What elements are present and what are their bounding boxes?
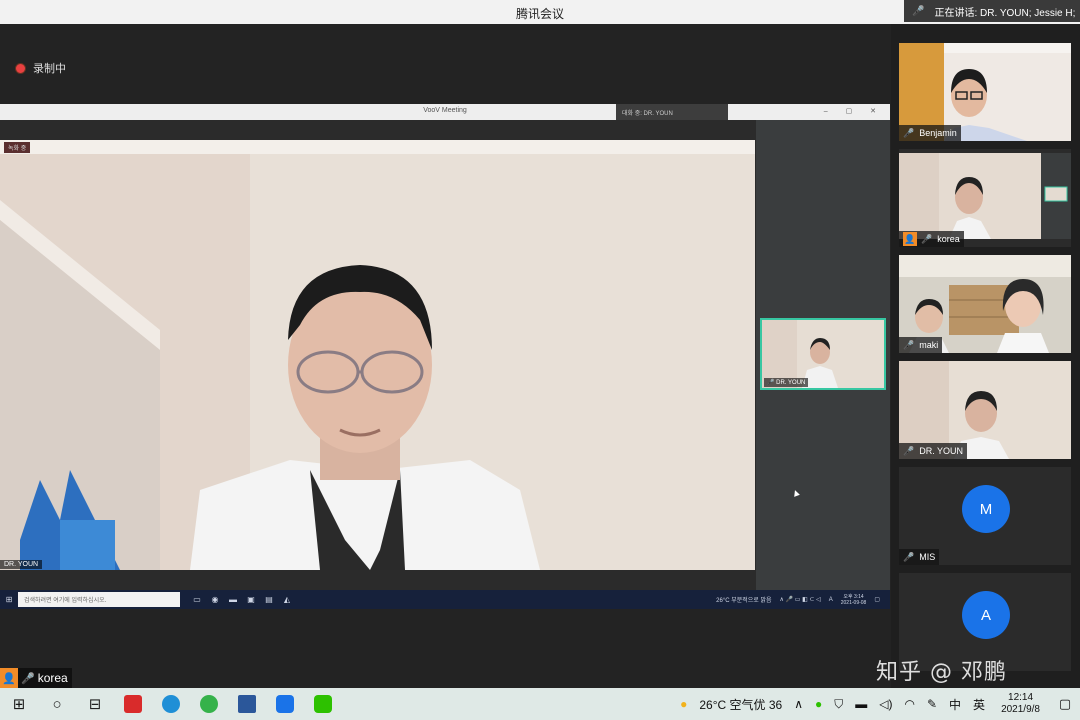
- main-speaker-video: 녹화 중: [0, 140, 755, 570]
- main-video-top-tag: 녹화 중: [4, 142, 31, 153]
- participant-name: MIS: [919, 552, 936, 562]
- participant-label: 🎤 MIS: [899, 549, 940, 565]
- local-participant-name: korea: [37, 671, 68, 685]
- voov-title-bar: VooV Meeting 대화 중: DR. YOUN – ▢ ✕: [0, 104, 890, 120]
- tray-app-icon[interactable]: ▬: [849, 697, 873, 711]
- os-clock-date: 2021/9/8: [1001, 704, 1040, 715]
- shared-voov-window: VooV Meeting 대화 중: DR. YOUN – ▢ ✕ 녹화 중 D…: [0, 104, 890, 609]
- edge-icon[interactable]: ◉: [206, 595, 224, 604]
- wechat-tray-icon[interactable]: ●: [809, 697, 828, 711]
- recording-indicator[interactable]: 录制中: [16, 60, 66, 76]
- participant-tile[interactable]: 🎤 Benjamin: [899, 43, 1071, 141]
- avatar-icon: 👤: [903, 232, 917, 246]
- shield-icon[interactable]: ⛉: [828, 697, 849, 712]
- shared-tray: 26°C 부분적으로 맑음 ∧ 🎤 ▭ ◧ ⊂ ◁ A 오후 3:14 2021…: [716, 594, 890, 606]
- store-icon[interactable]: ▣: [242, 595, 260, 604]
- record-icon: [16, 63, 25, 73]
- edge-icon[interactable]: [152, 688, 190, 720]
- windows-start-icon[interactable]: ⊞: [0, 595, 18, 604]
- participant-tile[interactable]: 🎤 maki: [899, 255, 1071, 353]
- mini-speaker-video[interactable]: 🎤 DR. YOUN: [760, 318, 886, 390]
- wechat-icon[interactable]: [304, 688, 342, 720]
- os-clock[interactable]: 12:14 2021/9/8: [991, 692, 1050, 716]
- word-icon[interactable]: [228, 688, 266, 720]
- system-tray: ● 26°C 空气优 36 ∧ ● ⛉ ▬ ◁) ◠ ✎ 中 英 12:14 2…: [674, 688, 1080, 720]
- voov-speaking-indicator: 대화 중: DR. YOUN: [616, 104, 728, 120]
- voov-stage: 녹화 중 DR. YOUN 🎤 DR. YOUN: [0, 120, 890, 590]
- ime-language[interactable]: 英: [967, 696, 991, 713]
- participant-name: DR. YOUN: [919, 446, 964, 456]
- weather-text[interactable]: 26°C 空气优 36: [693, 696, 788, 713]
- weather-icon[interactable]: ●: [674, 697, 693, 711]
- voov-title: VooV Meeting: [423, 107, 467, 114]
- shared-screen-area: 录制中 VooV Meeting 대화 중: DR. YOUN – ▢ ✕ 녹화…: [0, 24, 890, 688]
- shared-clock: 오후 3:14 2021-09-08: [841, 594, 867, 606]
- participant-label: 🎤 Benjamin: [899, 125, 961, 141]
- title-bar: 腾讯会议 🎤 正在讲话: DR. YOUN; Jessie H;: [0, 0, 1080, 24]
- participant-label: 🎤 DR. YOUN: [899, 443, 968, 459]
- speaking-text: 正在讲话: DR. YOUN; Jessie H;: [934, 7, 1076, 19]
- participant-avatar: M: [962, 485, 1010, 533]
- main-speaker-name: DR. YOUN: [0, 560, 43, 569]
- mic-muted-icon: 🎤: [903, 339, 915, 350]
- mini-speaker-name: 🎤 DR. YOUN: [764, 378, 809, 387]
- notification-icon[interactable]: ▢: [1050, 696, 1080, 712]
- chevron-up-icon[interactable]: ∧: [788, 697, 809, 711]
- os-clock-time: 12:14: [1008, 692, 1034, 703]
- mic-icon: 🎤: [912, 5, 925, 17]
- participant-name: Benjamin: [919, 128, 957, 138]
- participant-label: 👤 🎤 korea: [899, 231, 964, 247]
- participant-name: maki: [919, 340, 939, 350]
- mic-icon: 🎤: [903, 445, 915, 456]
- search-icon[interactable]: ○: [38, 688, 76, 720]
- recording-label: 录制中: [33, 63, 66, 75]
- pen-icon[interactable]: ✎: [921, 697, 943, 711]
- shared-lang[interactable]: A: [829, 597, 833, 603]
- speaker-video-frame: [0, 140, 755, 570]
- participant-name: korea: [937, 234, 960, 244]
- volume-icon[interactable]: ◁): [873, 697, 898, 711]
- voov-icon[interactable]: ◭: [278, 595, 296, 604]
- windows-start-icon[interactable]: ⊞: [0, 688, 38, 720]
- mic-icon: 🎤: [21, 672, 35, 685]
- watermark: 知乎 @ 邓鹏: [876, 660, 1007, 685]
- shared-weather[interactable]: 26°C 부분적으로 맑음: [716, 595, 771, 604]
- app-red-icon[interactable]: [114, 688, 152, 720]
- shared-clock-date: 2021-09-08: [840, 599, 867, 606]
- shared-tray-icons[interactable]: ∧ 🎤 ▭ ◧ ⊂ ◁: [780, 596, 821, 603]
- input-mode-icon[interactable]: 中: [943, 696, 967, 713]
- participant-tile[interactable]: 👤 🎤 korea: [899, 149, 1071, 247]
- tencent-meeting-icon[interactable]: [266, 688, 304, 720]
- browser-green-icon[interactable]: [190, 688, 228, 720]
- mic-muted-icon: 🎤: [903, 127, 915, 138]
- avatar-icon: 👤: [0, 668, 18, 688]
- wifi-icon[interactable]: ◠: [898, 697, 920, 711]
- mic-icon: 🎤: [921, 233, 933, 244]
- speaking-indicator: 🎤 正在讲话: DR. YOUN; Jessie H;: [904, 0, 1080, 22]
- mic-muted-icon: 🎤: [903, 551, 915, 562]
- task-view-icon[interactable]: ▭: [188, 595, 206, 604]
- participant-gallery: 🎤 Benjamin 👤 🎤 korea 🎤 maki 🎤 DR. YOUN M…: [891, 24, 1080, 688]
- participant-tile[interactable]: 🎤 DR. YOUN: [899, 361, 1071, 459]
- participant-avatar: A: [962, 591, 1010, 639]
- folder-icon[interactable]: ▬: [224, 595, 242, 604]
- voov-window-controls: – ▢ ✕: [823, 108, 884, 115]
- task-view-icon[interactable]: ⊟: [76, 688, 114, 720]
- shared-taskbar: ⊞ 검색하려면 여기에 입력하십시오. ▭ ◉ ▬ ▣ ▤ ◭ 26°C 부분적…: [0, 590, 890, 609]
- shared-taskbar-search[interactable]: 검색하려면 여기에 입력하십시오.: [18, 592, 180, 607]
- os-taskbar: ⊞ ○ ⊟ ● 26°C 空气优 36 ∧ ● ⛉ ▬ ◁) ◠ ✎ 中 英 1…: [0, 688, 1080, 720]
- mail-icon[interactable]: ▤: [260, 595, 278, 604]
- local-participant-tag: 👤 🎤 korea: [0, 668, 72, 688]
- participant-tile[interactable]: M 🎤 MIS: [899, 467, 1071, 565]
- participant-label: 🎤 maki: [899, 337, 943, 353]
- shared-notification-icon[interactable]: ▢: [874, 596, 880, 603]
